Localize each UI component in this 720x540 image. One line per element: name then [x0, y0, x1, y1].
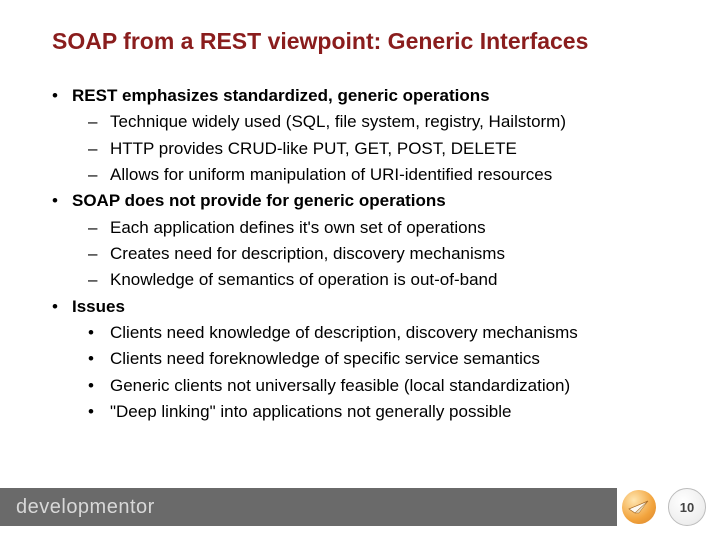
- bullet-text: REST emphasizes standardized, generic op…: [72, 86, 490, 105]
- brand-label: developmentor: [16, 496, 155, 519]
- bullet-level2: Technique widely used (SQL, file system,…: [52, 109, 668, 135]
- paper-plane-icon: [622, 490, 656, 524]
- bullet-level2: Each application defines it's own set of…: [52, 215, 668, 241]
- bullet-level2: Clients need knowledge of description, d…: [52, 320, 668, 346]
- slide-footer: developmentor 10: [0, 488, 720, 526]
- bullet-text: Issues: [72, 297, 125, 316]
- bullet-level1: Issues: [52, 294, 668, 320]
- bullet-text: SOAP does not provide for generic operat…: [72, 191, 446, 210]
- slide-content: REST emphasizes standardized, generic op…: [52, 83, 668, 425]
- bullet-level2: Clients need foreknowledge of specific s…: [52, 346, 668, 372]
- bullet-level2: Creates need for description, discovery …: [52, 241, 668, 267]
- footer-bar: developmentor: [0, 488, 617, 526]
- bullet-level1: REST emphasizes standardized, generic op…: [52, 83, 668, 109]
- bullet-level2: HTTP provides CRUD-like PUT, GET, POST, …: [52, 136, 668, 162]
- bullet-level2: Generic clients not universally feasible…: [52, 373, 668, 399]
- slide: SOAP from a REST viewpoint: Generic Inte…: [0, 0, 720, 425]
- bullet-level2: Knowledge of semantics of operation is o…: [52, 267, 668, 293]
- bullet-level2: Allows for uniform manipulation of URI-i…: [52, 162, 668, 188]
- slide-title: SOAP from a REST viewpoint: Generic Inte…: [52, 28, 668, 55]
- page-number: 10: [668, 488, 706, 526]
- bullet-level2: "Deep linking" into applications not gen…: [52, 399, 668, 425]
- bullet-level1: SOAP does not provide for generic operat…: [52, 188, 668, 214]
